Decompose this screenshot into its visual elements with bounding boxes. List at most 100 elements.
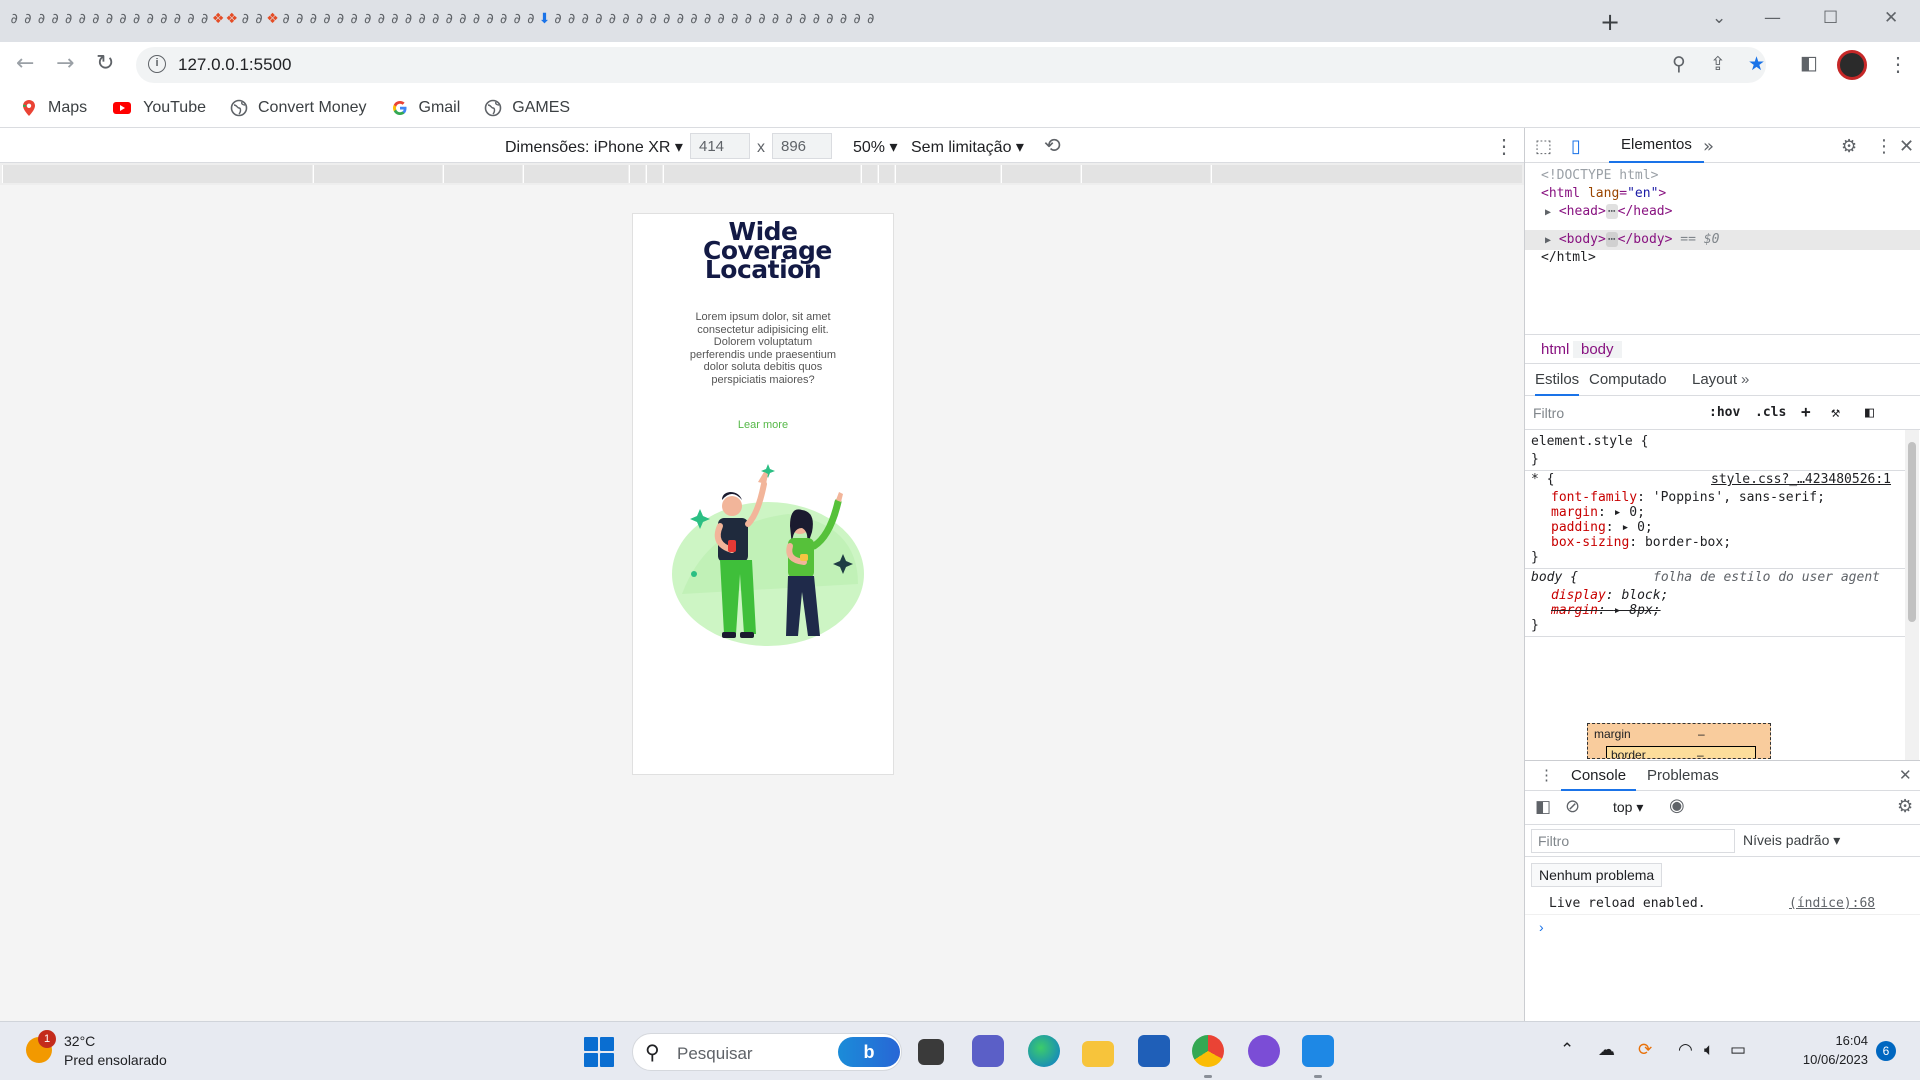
bookmark-maps[interactable]: Maps	[20, 99, 87, 117]
style-rules[interactable]: element.style { } * { style.css?_…423480…	[1525, 430, 1905, 760]
issues-button[interactable]: Nenhum problema	[1531, 863, 1663, 887]
box-model-diagram[interactable]: margin – border –	[1587, 723, 1771, 759]
more-tabs-icon[interactable]: »	[1741, 371, 1749, 388]
css-declaration[interactable]: margin: ▸ 0;	[1551, 505, 1645, 520]
tab-favicon-icon[interactable]: ⬇	[538, 10, 551, 28]
star-selector[interactable]: * {	[1531, 472, 1554, 487]
show-hidden-icons-chevron-icon[interactable]: ⌃	[1560, 1040, 1574, 1060]
share-icon[interactable]: ⇪	[1710, 53, 1726, 75]
rotate-icon[interactable]: ⟲	[1044, 133, 1061, 157]
address-bar[interactable]: i 127.0.0.1:5500 ⚲ ⇪ ★	[136, 47, 1766, 83]
expand-triangle-icon[interactable]: ▶	[1545, 207, 1551, 218]
more-tabs-icon[interactable]: »	[1703, 136, 1714, 157]
tab-favicon-icon[interactable]: ∂	[457, 10, 470, 28]
close-window-button[interactable]: ✕	[1884, 8, 1898, 28]
tab-favicon-icon[interactable]: ∂	[864, 10, 877, 28]
console-prompt[interactable]: ›	[1539, 919, 1544, 935]
media-query-segment[interactable]	[1211, 165, 1522, 183]
tab-favicon-icon[interactable]: ∂	[334, 10, 347, 28]
styles-scrollbar[interactable]	[1905, 430, 1919, 760]
add-rule-icon[interactable]: +	[1801, 402, 1811, 421]
collapsed-ellipsis-icon[interactable]: ⋯	[1605, 204, 1618, 219]
settings-gear-icon[interactable]: ⚙	[1841, 136, 1857, 157]
tab-favicon-icon[interactable]: ∂	[783, 10, 796, 28]
tab-favicon-icon[interactable]: ∂	[402, 10, 415, 28]
dom-html-close[interactable]: </html>	[1541, 250, 1596, 265]
volume-icon[interactable]: 🔈︎	[1704, 1040, 1714, 1060]
tab-layout[interactable]: Layout	[1692, 371, 1737, 388]
bookmark-youtube[interactable]: YouTube	[111, 99, 206, 117]
tab-styles[interactable]: Estilos	[1535, 371, 1580, 396]
console-settings-icon[interactable]: ⚙	[1897, 796, 1913, 817]
tab-favicon-icon[interactable]: ∂	[674, 10, 687, 28]
drawer-menu-icon[interactable]: ⋮	[1539, 766, 1554, 784]
console-log-entry[interactable]: Live reload enabled. (índice):68	[1525, 893, 1920, 915]
scrollbar-thumb[interactable]	[1908, 442, 1916, 622]
tab-favicon-icon[interactable]: ∂	[130, 10, 143, 28]
styles-filter-input[interactable]: Filtro	[1533, 405, 1564, 421]
context-select[interactable]: top ▾	[1613, 799, 1643, 816]
tab-favicon-icon[interactable]: ∂	[593, 10, 606, 28]
taskbar-search[interactable]: ⚲ Pesquisar b	[632, 1033, 902, 1071]
tab-favicon-icon[interactable]: ∂	[62, 10, 75, 28]
tab-favicon-icon[interactable]: ∂	[22, 10, 35, 28]
element-style-selector[interactable]: element.style {	[1531, 434, 1648, 449]
sidebar-toggle-icon[interactable]: ◧	[1865, 403, 1874, 421]
tab-favicon-icon[interactable]: ∂	[606, 10, 619, 28]
tab-favicon-icon[interactable]: ∂	[824, 10, 837, 28]
tab-console[interactable]: Console	[1561, 761, 1637, 791]
device-width-input[interactable]: 414	[690, 133, 750, 159]
onedrive-cloud-icon[interactable]: ☁	[1598, 1040, 1615, 1060]
tab-computed[interactable]: Computado	[1589, 371, 1667, 388]
cls-toggle[interactable]: .cls	[1755, 405, 1786, 420]
device-dimensions-select[interactable]: Dimensões: iPhone XR ▾	[505, 137, 683, 157]
tab-favicon-icon[interactable]: ∂	[103, 10, 116, 28]
log-source-link[interactable]: (índice):68	[1789, 896, 1875, 911]
css-declaration[interactable]: display: block;	[1551, 588, 1668, 603]
tab-favicon-icon[interactable]: ∂	[579, 10, 592, 28]
tab-favicon-icon[interactable]: ∂	[715, 10, 728, 28]
weather-temperature[interactable]: 32°C	[64, 1033, 95, 1049]
tab-favicon-icon[interactable]: ∂	[511, 10, 524, 28]
tab-favicon-icon[interactable]: ∂	[361, 10, 374, 28]
media-query-segment[interactable]	[646, 165, 662, 183]
tab-favicon-icon[interactable]: ❖	[266, 10, 279, 28]
tab-favicon-icon[interactable]: ∂	[688, 10, 701, 28]
dom-tree[interactable]: <!DOCTYPE html> <html lang="en"> ▶ <head…	[1525, 164, 1920, 334]
dom-html-open[interactable]: <html lang="en">	[1541, 186, 1666, 201]
css-declaration[interactable]: padding: ▸ 0;	[1551, 520, 1653, 535]
dom-body[interactable]: ▶ <body> ⋯ </body> == $0	[1545, 232, 1719, 247]
media-query-segment[interactable]	[861, 165, 877, 183]
devtools-menu-icon[interactable]: ⋮	[1875, 136, 1893, 157]
site-info-icon[interactable]: i	[148, 55, 166, 73]
battery-icon[interactable]: ▭	[1730, 1040, 1746, 1060]
tab-favicon-icon[interactable]: ∂	[796, 10, 809, 28]
throttle-select[interactable]: Sem limitação ▾	[911, 137, 1024, 157]
tab-favicon-icon[interactable]: ∂	[728, 10, 741, 28]
browser-menu-icon[interactable]: ⋮	[1888, 52, 1908, 77]
css-declaration[interactable]: box-sizing: border-box;	[1551, 535, 1731, 550]
clear-console-icon[interactable]: ⊘	[1565, 796, 1580, 817]
tab-favicon-icon[interactable]: ∂	[90, 10, 103, 28]
zoom-icon[interactable]: ⚲	[1672, 53, 1686, 75]
bing-icon[interactable]: b	[838, 1037, 900, 1067]
weather-description[interactable]: Pred ensolarado	[64, 1052, 167, 1068]
tab-favicon-icon[interactable]: ∂	[158, 10, 171, 28]
tab-favicon-icon[interactable]: ∂	[769, 10, 782, 28]
tab-favicon-icon[interactable]: ∂	[321, 10, 334, 28]
brave-like-app-icon[interactable]	[1248, 1035, 1280, 1067]
media-query-segment[interactable]	[629, 165, 645, 183]
media-query-segment[interactable]	[1001, 165, 1080, 183]
tab-favicon-icon[interactable]: ∂	[348, 10, 361, 28]
tab-favicon-icon[interactable]: ∂	[293, 10, 306, 28]
media-query-segment[interactable]	[313, 165, 442, 183]
bookmark-gmail[interactable]: Gmail	[391, 99, 460, 117]
teams-chat-icon[interactable]	[972, 1035, 1004, 1067]
tab-favicon-icon[interactable]: ∂	[443, 10, 456, 28]
tab-favicon-icon[interactable]: ∂	[742, 10, 755, 28]
media-query-segment[interactable]	[2, 165, 312, 183]
tab-favicon-icon[interactable]: ∂	[389, 10, 402, 28]
tab-favicon-icon[interactable]: ∂	[253, 10, 266, 28]
css-declaration[interactable]: font-family: 'Poppins', sans-serif;	[1551, 490, 1825, 505]
tab-favicon-icon[interactable]: ∂	[851, 10, 864, 28]
